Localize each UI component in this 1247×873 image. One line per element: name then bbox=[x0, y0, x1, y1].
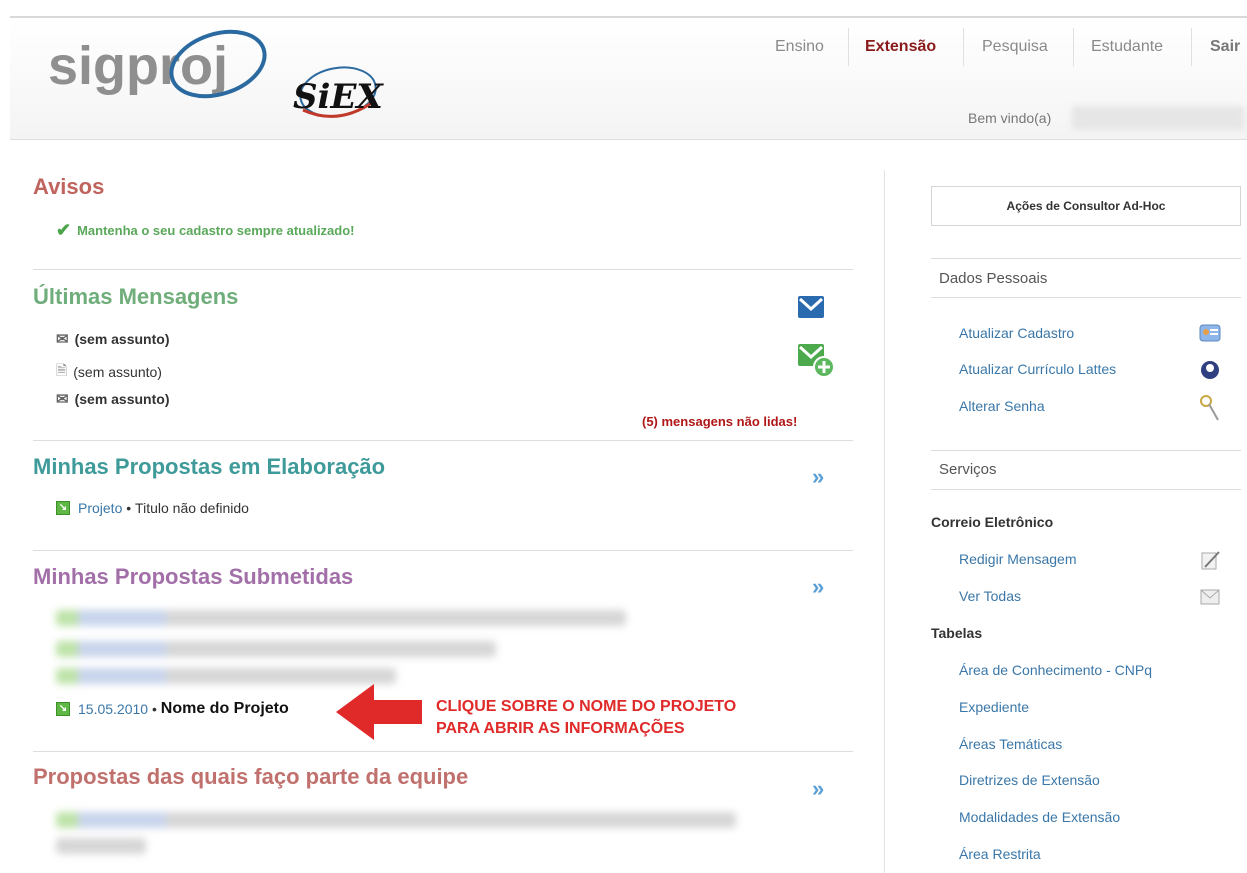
callout-text: CLIQUE SOBRE O NOME DO PROJETO PARA ABRI… bbox=[436, 696, 736, 740]
elaboracao-title: Minhas Propostas em Elaboração bbox=[33, 454, 386, 479]
diretrizes-link[interactable]: Diretrizes de Extensão bbox=[959, 772, 1100, 788]
modalidades-link[interactable]: Modalidades de Extensão bbox=[959, 809, 1120, 825]
nav-pesquisa[interactable]: Pesquisa bbox=[982, 38, 1048, 56]
nav-extensao[interactable]: Extensão bbox=[865, 38, 936, 56]
user-name-blurred bbox=[1072, 106, 1244, 130]
ver-todas-link[interactable]: Ver Todas bbox=[959, 588, 1021, 604]
chevron-right-icon[interactable]: » bbox=[812, 464, 825, 490]
blurred-proposal-row bbox=[56, 641, 496, 657]
nav-sair[interactable]: Sair bbox=[1210, 38, 1240, 56]
nav-divider bbox=[963, 28, 964, 66]
nav-divider bbox=[1073, 28, 1074, 66]
blurred-proposal-row bbox=[56, 610, 626, 626]
avisos-message: Mantenha o seu cadastro sempre atualizad… bbox=[77, 223, 355, 238]
atualizar-lattes-link[interactable]: Atualizar Currículo Lattes bbox=[959, 361, 1116, 377]
proposal-date-link[interactable]: 15.05.2010 bbox=[78, 701, 148, 717]
blurred-proposal-row bbox=[56, 668, 396, 684]
submetidas-title: Minhas Propostas Submetidas bbox=[33, 564, 354, 589]
new-mail-icon[interactable] bbox=[796, 342, 838, 380]
blurred-proposal-row bbox=[56, 838, 146, 854]
mensagens-title: Últimas Mensagens bbox=[33, 284, 239, 309]
compose-icon[interactable] bbox=[1199, 549, 1221, 571]
callout-arrow-icon bbox=[336, 684, 422, 740]
message-item[interactable]: ✉ (sem assunto) bbox=[56, 330, 170, 348]
message-item[interactable]: 🗎 (sem assunto) bbox=[56, 360, 162, 384]
servicos-title: Serviços bbox=[939, 461, 997, 478]
id-card-icon[interactable] bbox=[1199, 322, 1221, 344]
nav-divider bbox=[848, 28, 849, 66]
dados-pessoais-title: Dados Pessoais bbox=[939, 270, 1048, 287]
separator-dot: • bbox=[148, 701, 161, 717]
area-conhecimento-link[interactable]: Área de Conhecimento - CNPq bbox=[959, 662, 1152, 678]
chevron-right-icon[interactable]: » bbox=[812, 574, 825, 600]
correio-title: Correio Eletrônico bbox=[931, 514, 1054, 530]
keys-icon[interactable] bbox=[1199, 394, 1221, 424]
adhoc-actions-button[interactable]: Ações de Consultor Ad-Hoc bbox=[931, 186, 1241, 226]
section-divider bbox=[33, 751, 853, 752]
nav-divider bbox=[1191, 28, 1192, 66]
envelope-open-icon: ✉ bbox=[56, 331, 69, 348]
logo-subtext: SiEX bbox=[293, 77, 384, 117]
check-icon: ✔ bbox=[56, 220, 72, 240]
message-subject[interactable]: (sem assunto) bbox=[73, 364, 162, 380]
message-item[interactable]: ✉ (sem assunto) bbox=[56, 390, 170, 408]
sidebar-divider-line bbox=[931, 489, 1241, 490]
message-subject[interactable]: (sem assunto) bbox=[75, 331, 170, 347]
arrow-down-right-icon: ↘ bbox=[56, 501, 70, 515]
sidebar-divider-line bbox=[931, 258, 1241, 259]
lattes-icon[interactable] bbox=[1199, 358, 1221, 380]
separator-dot: • bbox=[122, 500, 136, 516]
mail-icon[interactable] bbox=[1199, 586, 1221, 608]
section-divider bbox=[33, 440, 853, 441]
nav-estudante[interactable]: Estudante bbox=[1091, 38, 1163, 56]
blurred-proposal-row bbox=[56, 812, 736, 828]
nav-ensino[interactable]: Ensino bbox=[775, 38, 824, 56]
welcome-text: Bem vindo(a) bbox=[968, 110, 1052, 126]
inbox-mail-icon[interactable] bbox=[796, 292, 826, 322]
alterar-senha-link[interactable]: Alterar Senha bbox=[959, 398, 1045, 414]
callout-line-2: PARA ABRIR AS INFORMAÇÕES bbox=[436, 720, 685, 737]
sidebar-divider-line bbox=[931, 297, 1241, 298]
arrow-down-right-icon: ↘ bbox=[56, 702, 70, 716]
atualizar-cadastro-link[interactable]: Atualizar Cadastro bbox=[959, 325, 1074, 341]
proposal-row: ↘ Projeto • Titulo não definido bbox=[56, 500, 249, 516]
unread-messages-link[interactable]: (5) mensagens não lidas! bbox=[642, 414, 797, 429]
document-icon: 🗎 bbox=[56, 362, 68, 378]
section-divider bbox=[33, 269, 853, 270]
chevron-right-icon[interactable]: » bbox=[812, 776, 825, 802]
section-divider bbox=[33, 550, 853, 551]
redigir-mensagem-link[interactable]: Redigir Mensagem bbox=[959, 551, 1077, 567]
areas-tematicas-link[interactable]: Áreas Temáticas bbox=[959, 736, 1062, 752]
proposal-title: Titulo não definido bbox=[135, 500, 249, 516]
sidebar-divider bbox=[884, 170, 885, 873]
envelope-open-icon: ✉ bbox=[56, 391, 69, 408]
top-nav: Ensino Extensão Pesquisa Estudante Sair bbox=[0, 20, 1247, 76]
expediente-link[interactable]: Expediente bbox=[959, 699, 1029, 715]
callout-line-1: CLIQUE SOBRE O NOME DO PROJETO bbox=[436, 698, 737, 715]
sidebar-divider-line bbox=[931, 450, 1241, 451]
proposal-link[interactable]: Projeto bbox=[78, 500, 122, 516]
area-restrita-link[interactable]: Área Restrita bbox=[959, 846, 1041, 862]
equipe-title: Propostas das quais faço parte da equipe bbox=[33, 764, 469, 789]
avisos-message-row: ✔ Mantenha o seu cadastro sempre atualiz… bbox=[56, 220, 355, 241]
tabelas-title: Tabelas bbox=[931, 625, 983, 641]
project-name-link[interactable]: Nome do Projeto bbox=[161, 700, 289, 718]
proposal-row: ↘ 15.05.2010 • Nome do Projeto bbox=[56, 700, 289, 718]
message-subject[interactable]: (sem assunto) bbox=[75, 391, 170, 407]
avisos-title: Avisos bbox=[33, 174, 105, 199]
